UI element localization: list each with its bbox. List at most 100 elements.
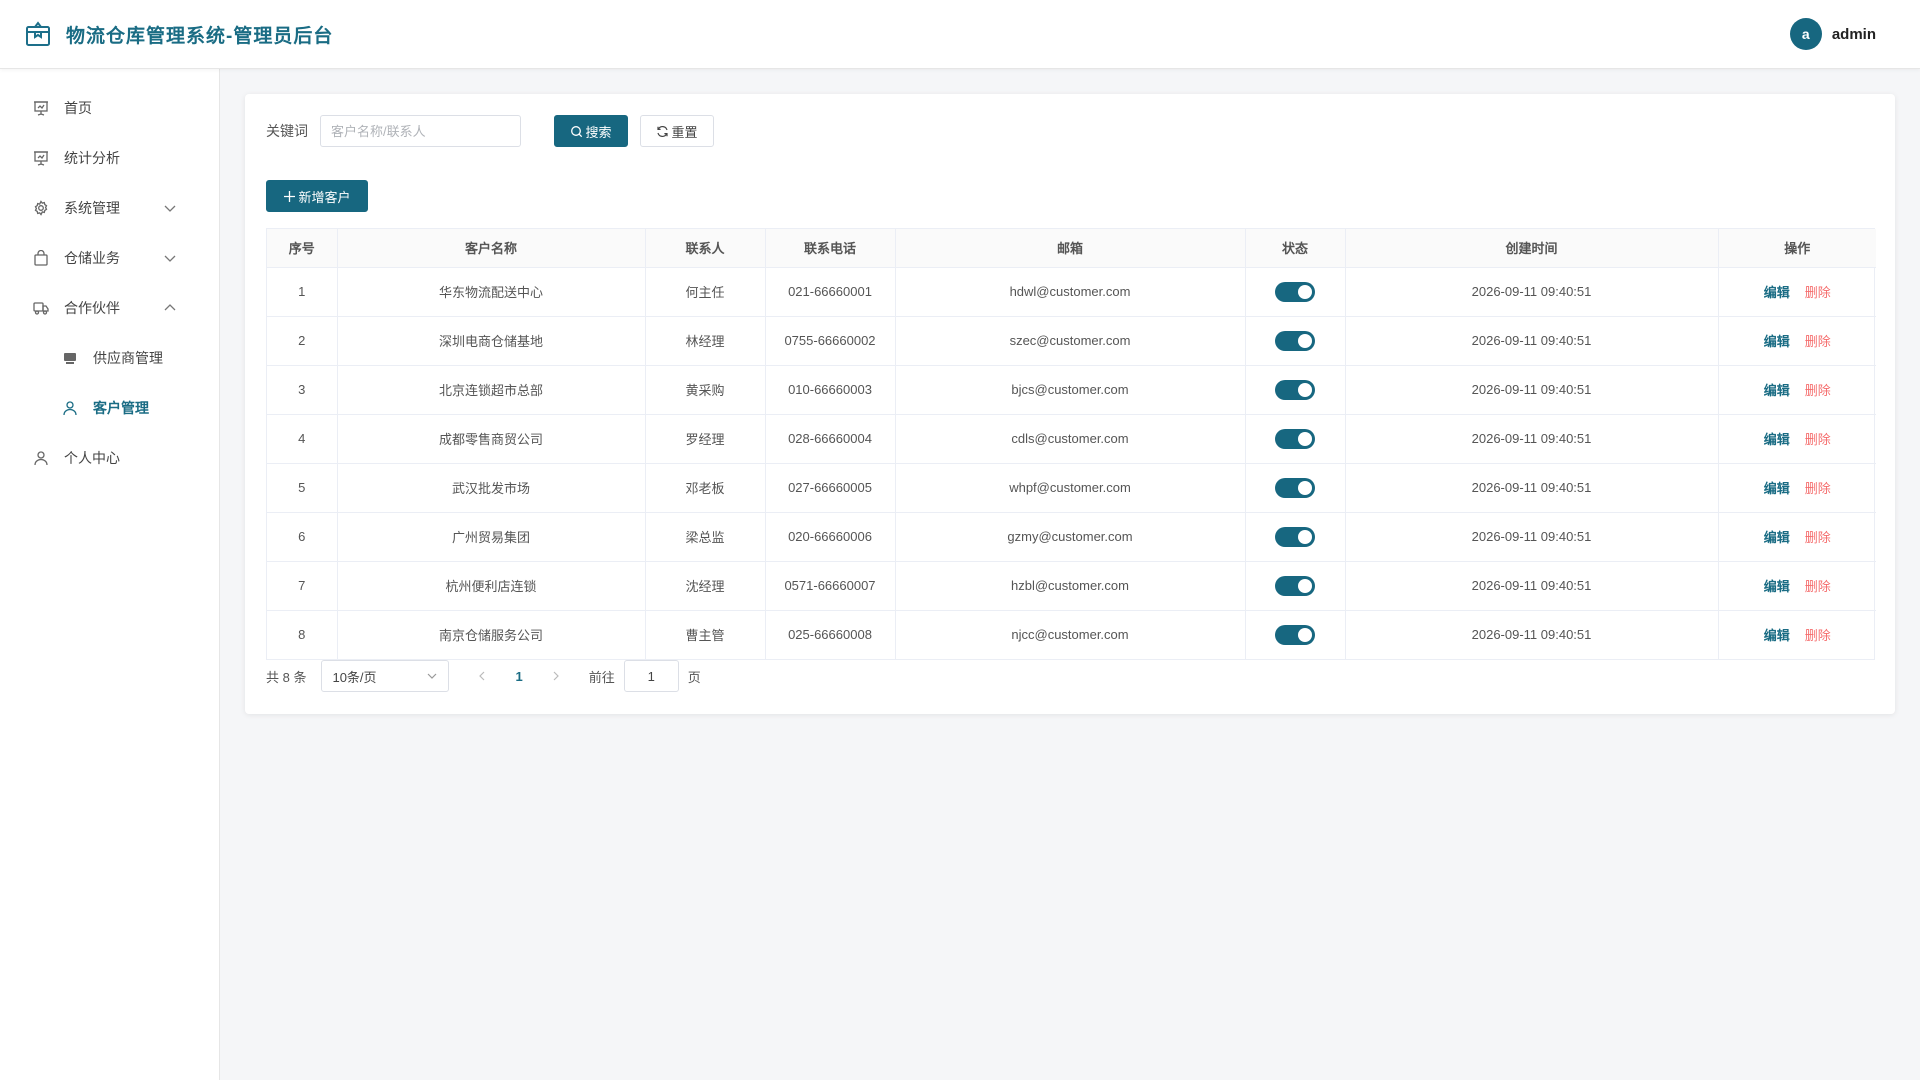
delete-button[interactable]: 删除 xyxy=(1805,481,1831,496)
sidebar-item-customers[interactable]: 客户管理 xyxy=(0,383,219,433)
delete-button[interactable]: 删除 xyxy=(1805,334,1831,349)
row-index: 2 xyxy=(267,316,338,366)
contact-phone: 020-66660006 xyxy=(765,512,896,562)
contact-person: 邓老板 xyxy=(645,463,766,513)
column-header: 状态 xyxy=(1245,229,1346,268)
gear-icon xyxy=(33,200,49,216)
edit-button[interactable]: 编辑 xyxy=(1764,579,1790,594)
delete-button[interactable]: 删除 xyxy=(1805,432,1831,447)
delete-button[interactable]: 删除 xyxy=(1805,628,1831,643)
status-toggle[interactable] xyxy=(1275,330,1315,351)
actions-cell: 编辑 删除 xyxy=(1718,267,1876,317)
goto-page-input[interactable] xyxy=(623,660,679,692)
sidebar-item-warehouse[interactable]: 仓储业务 xyxy=(0,233,219,283)
contact-person: 黄采购 xyxy=(645,365,766,415)
row-index: 7 xyxy=(267,561,338,611)
add-customer-button[interactable]: 新增客户 xyxy=(266,180,368,212)
sidebar-item-label: 客户管理 xyxy=(93,400,149,416)
search-input[interactable] xyxy=(320,115,521,147)
created-time: 2026-09-11 09:40:51 xyxy=(1345,463,1719,513)
status-toggle[interactable] xyxy=(1275,379,1315,400)
edit-button[interactable]: 编辑 xyxy=(1764,285,1790,300)
sidebar-item-system[interactable]: 系统管理 xyxy=(0,183,219,233)
next-page-button[interactable] xyxy=(548,668,564,684)
search-button[interactable]: 搜索 xyxy=(554,115,628,147)
prev-page-button[interactable] xyxy=(474,668,490,684)
reset-button[interactable]: 重置 xyxy=(640,115,714,147)
edit-button[interactable]: 编辑 xyxy=(1764,530,1790,545)
page-size-value: 10条/页 xyxy=(332,669,377,685)
delete-button[interactable]: 删除 xyxy=(1805,579,1831,594)
column-header: 联系人 xyxy=(645,229,766,268)
sidebar-item-profile[interactable]: 个人中心 xyxy=(0,433,219,483)
sidebar-item-suppliers[interactable]: 供应商管理 xyxy=(0,333,219,383)
keyword-label: 关键词 xyxy=(266,123,308,139)
status-cell xyxy=(1245,463,1346,513)
email: hzbl@customer.com xyxy=(895,561,1246,611)
status-cell xyxy=(1245,414,1346,464)
delete-button[interactable]: 删除 xyxy=(1805,530,1831,545)
contact-person: 沈经理 xyxy=(645,561,766,611)
status-toggle[interactable] xyxy=(1275,624,1315,645)
column-header: 客户名称 xyxy=(337,229,646,268)
status-toggle[interactable] xyxy=(1275,526,1315,547)
page-number[interactable]: 1 xyxy=(515,669,522,684)
username[interactable]: admin xyxy=(1832,26,1876,43)
contact-phone: 0571-66660007 xyxy=(765,561,896,611)
delete-button[interactable]: 删除 xyxy=(1805,285,1831,300)
plus-icon xyxy=(283,190,296,203)
email: bjcs@customer.com xyxy=(895,365,1246,415)
user-menu[interactable]: a admin xyxy=(1789,18,1876,50)
sidebar-item-home[interactable]: 首页 xyxy=(0,83,219,133)
content-card: 关键词 搜索 重置 新增客户 序号 xyxy=(245,94,1895,714)
created-time: 2026-09-11 09:40:51 xyxy=(1345,512,1719,562)
status-cell xyxy=(1245,365,1346,415)
contact-person: 曹主管 xyxy=(645,610,766,659)
status-toggle[interactable] xyxy=(1275,281,1315,302)
toggle-knob xyxy=(1298,578,1312,593)
user-icon xyxy=(62,400,78,416)
edit-button[interactable]: 编辑 xyxy=(1764,481,1790,496)
toggle-knob xyxy=(1298,333,1312,348)
status-cell xyxy=(1245,512,1346,562)
edit-button[interactable]: 编辑 xyxy=(1764,628,1790,643)
sidebar-item-statistics[interactable]: 统计分析 xyxy=(0,133,219,183)
email: gzmy@customer.com xyxy=(895,512,1246,562)
search-icon xyxy=(570,125,583,138)
column-header: 联系电话 xyxy=(765,229,896,268)
status-toggle[interactable] xyxy=(1275,477,1315,498)
chevron-down-icon xyxy=(163,201,177,215)
sidebar-item-partners[interactable]: 合作伙伴 xyxy=(0,283,219,333)
contact-person: 林经理 xyxy=(645,316,766,366)
edit-button[interactable]: 编辑 xyxy=(1764,432,1790,447)
avatar[interactable]: a xyxy=(1789,18,1822,50)
contact-phone: 010-66660003 xyxy=(765,365,896,415)
column-header: 序号 xyxy=(267,229,338,268)
toggle-knob xyxy=(1298,284,1312,299)
column-header: 邮箱 xyxy=(895,229,1246,268)
row-index: 6 xyxy=(267,512,338,562)
table-row: 8 南京仓储服务公司 曹主管 025-66660008 njcc@customer.co… xyxy=(267,610,1876,659)
app-title: 物流仓库管理系统-管理员后台 xyxy=(66,25,334,47)
row-index: 1 xyxy=(267,267,338,317)
status-cell xyxy=(1245,610,1346,659)
delete-button[interactable]: 删除 xyxy=(1805,383,1831,398)
page-size-select[interactable]: 10条/页 xyxy=(321,660,450,692)
customer-name: 深圳电商仓储基地 xyxy=(337,316,646,366)
contact-phone: 021-66660001 xyxy=(765,267,896,317)
edit-button[interactable]: 编辑 xyxy=(1764,383,1790,398)
status-toggle[interactable] xyxy=(1275,575,1315,596)
created-time: 2026-09-11 09:40:51 xyxy=(1345,561,1719,611)
presentation-icon xyxy=(33,150,49,166)
row-index: 5 xyxy=(267,463,338,513)
edit-button[interactable]: 编辑 xyxy=(1764,334,1790,349)
column-header: 操作 xyxy=(1718,229,1876,268)
contact-phone: 027-66660005 xyxy=(765,463,896,513)
table-row: 7 杭州便利店连锁 沈经理 0571-66660007 hzbl@customer.co… xyxy=(267,561,1876,611)
user-icon xyxy=(33,450,49,466)
status-toggle[interactable] xyxy=(1275,428,1315,449)
email: whpf@customer.com xyxy=(895,463,1246,513)
top-header: 物流仓库管理系统-管理员后台 a admin xyxy=(0,0,1920,69)
row-index: 8 xyxy=(267,610,338,659)
created-time: 2026-09-11 09:40:51 xyxy=(1345,316,1719,366)
